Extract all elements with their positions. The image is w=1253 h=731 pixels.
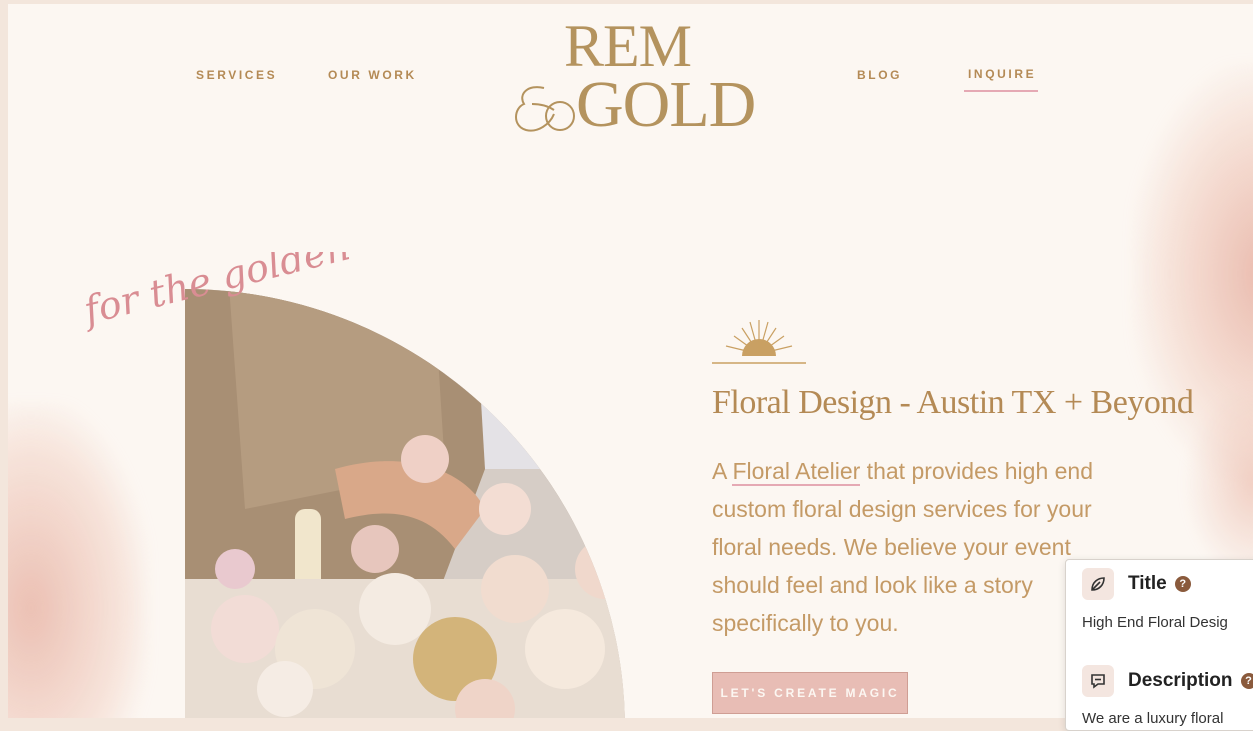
help-icon[interactable]: ? <box>1174 576 1191 592</box>
logo-line-bottom: GOLD <box>576 68 756 141</box>
lets-create-magic-button[interactable]: LET'S CREATE MAGIC <box>712 672 908 714</box>
intro-prefix: A <box>712 458 733 484</box>
nav-inquire-link[interactable]: INQUIRE <box>968 67 1036 81</box>
logo-line-top: REM <box>564 13 692 79</box>
nav-services-link[interactable]: SERVICES <box>196 68 277 82</box>
watercolor-wash-right-lower <box>1183 384 1253 584</box>
for-the-golden-script: for the golden <box>82 252 352 333</box>
seo-preview-panel: Title ? High End Floral Desig Descriptio… <box>1065 559 1253 731</box>
script-text: for the golden <box>82 252 352 333</box>
nav-blog-link[interactable]: BLOG <box>857 68 902 82</box>
leaf-icon <box>1082 568 1114 600</box>
seo-title-label: Title <box>1128 573 1167 594</box>
seo-title-row: Title ? <box>1082 568 1191 600</box>
brand-logo[interactable]: REM GOLD <box>498 14 778 144</box>
ampersand-icon <box>515 86 575 132</box>
floral-atelier-link[interactable]: Floral Atelier <box>732 458 861 486</box>
seo-description-label: Description <box>1128 670 1233 691</box>
sunburst-icon <box>712 320 806 364</box>
comment-icon <box>1082 665 1114 697</box>
seo-title-value: High End Floral Desig <box>1082 614 1228 631</box>
page-headline: Floral Design - Austin TX + Beyond <box>712 384 1194 421</box>
nav-active-underline <box>964 90 1038 92</box>
nav-our-work-link[interactable]: OUR WORK <box>328 68 417 82</box>
watercolor-wash-left <box>8 404 148 718</box>
help-icon[interactable]: ? <box>1240 673 1253 689</box>
seo-description-row: Description ? <box>1082 665 1253 697</box>
seo-description-value: We are a luxury floral <box>1082 710 1224 727</box>
